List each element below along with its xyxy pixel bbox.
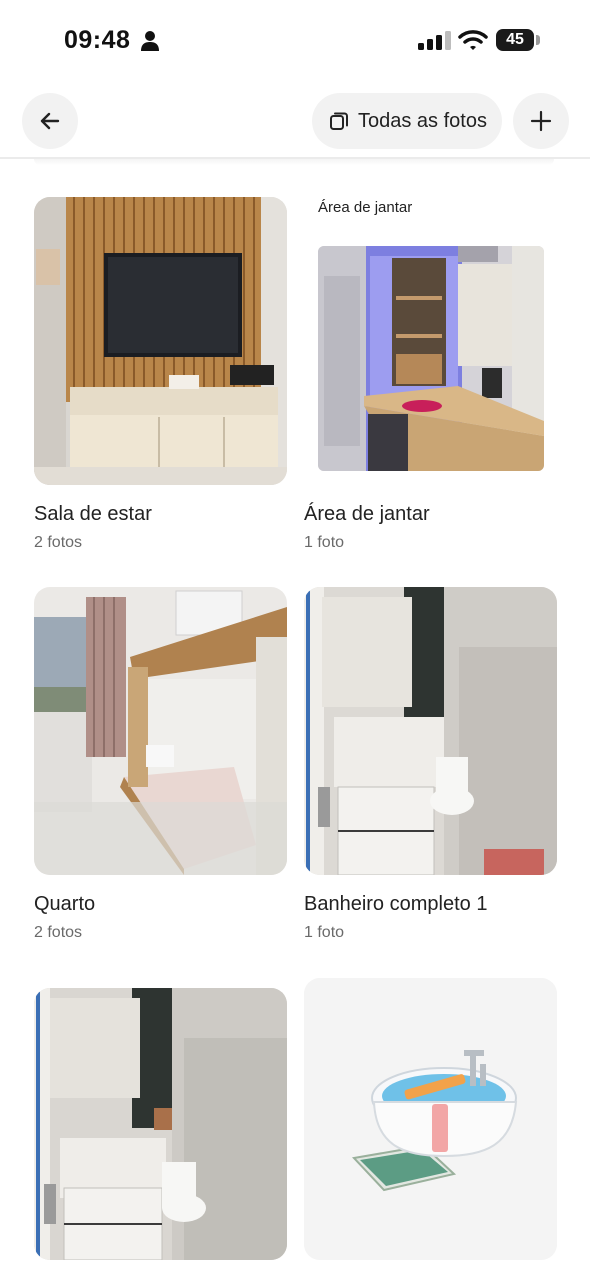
room-photo-count: 1 foto xyxy=(304,924,345,941)
battery-icon: 45 xyxy=(496,29,534,51)
room-title: Quarto xyxy=(34,893,96,915)
room-photo-count: 2 fotos xyxy=(34,924,83,941)
plus-icon xyxy=(530,110,552,132)
room-title: Banheiro completo 1 xyxy=(304,893,488,915)
bathroom-photo[interactable] xyxy=(304,587,557,875)
status-bar: 09:48 45 xyxy=(0,0,590,80)
header-shadow xyxy=(34,159,554,165)
wifi-icon xyxy=(458,30,488,50)
all-photos-button[interactable]: Todas as fotos xyxy=(312,93,502,149)
header-bar: Todas as fotos xyxy=(0,90,590,152)
signal-icon xyxy=(418,31,451,50)
room-caption: Área de jantar xyxy=(318,199,413,216)
battery-cap xyxy=(536,35,540,45)
all-photos-label: Todas as fotos xyxy=(358,109,487,132)
arrow-left-icon xyxy=(40,112,60,130)
status-time: 09:48 xyxy=(64,26,131,54)
room-photo-count: 2 fotos xyxy=(34,534,83,551)
room-title: Área de jantar xyxy=(304,503,430,525)
bathroom-photo-2[interactable] xyxy=(34,988,287,1260)
bathtub-icon xyxy=(304,978,557,1260)
back-button[interactable] xyxy=(22,93,78,149)
room-title: Sala de estar xyxy=(34,503,152,525)
add-button[interactable] xyxy=(513,93,569,149)
bathtub-illustration[interactable] xyxy=(304,978,557,1260)
dining-area-photo[interactable] xyxy=(318,246,544,471)
bedroom-photo[interactable] xyxy=(34,587,287,875)
room-photo-count: 1 foto xyxy=(304,534,345,551)
copy-icon xyxy=(330,112,348,130)
person-icon xyxy=(141,31,159,51)
living-room-photo[interactable] xyxy=(34,197,287,485)
